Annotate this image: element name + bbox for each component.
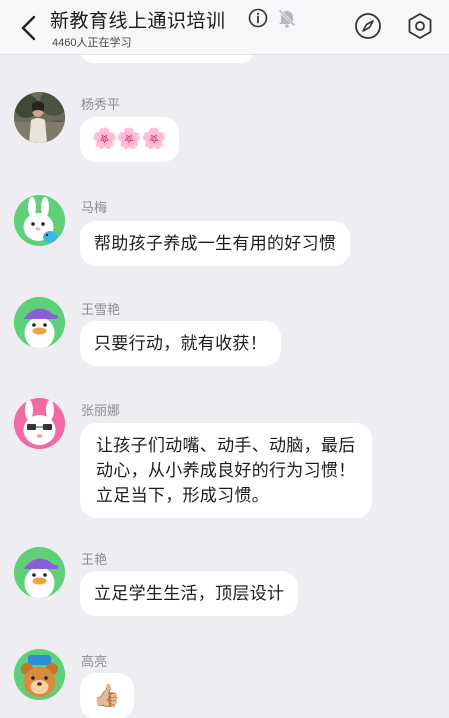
message-bubble[interactable]: 🌸🌸🌸 [80, 117, 179, 162]
hexagon-gear-icon [408, 13, 432, 39]
message-bubble[interactable]: 帮助孩子养成一生有用的好习惯 [80, 221, 351, 266]
compass-button[interactable] [354, 12, 382, 40]
rabbit-avatar-icon [14, 195, 65, 246]
sender-name: 王艳 [81, 552, 108, 567]
bear-avatar-icon [14, 649, 65, 700]
muted-bell-icon[interactable] [276, 7, 298, 29]
sender-name: 张丽娜 [81, 403, 121, 418]
compass-icon [355, 13, 381, 39]
duck-avatar-icon [14, 297, 65, 348]
sender-name: 王雪艳 [81, 302, 121, 317]
pink-rabbit-avatar-icon [14, 398, 65, 449]
info-icon[interactable] [248, 8, 268, 28]
sender-name: 杨秀平 [81, 97, 121, 112]
avatar[interactable] [14, 92, 65, 143]
message-bubble[interactable]: 只要行动，就有收获！ [80, 321, 281, 366]
group-title: 新教育线上通识培训 [50, 11, 226, 32]
avatar[interactable] [14, 649, 65, 700]
chat-header: 新教育线上通识培训 4460人正在学习 [0, 0, 449, 55]
back-button[interactable] [18, 14, 40, 42]
avatar[interactable] [14, 398, 65, 449]
previous-message-bubble [80, 55, 255, 63]
avatar[interactable] [14, 297, 65, 348]
message-bubble[interactable]: 立足学生生活，顶层设计 [80, 571, 299, 616]
chat-message-list[interactable]: 杨秀平 🌸🌸🌸 马梅 帮助孩子养成一生有用的好习惯 王雪艳 只要行动，就有收获！… [0, 55, 449, 718]
sender-name: 高亮 [81, 654, 108, 669]
avatar[interactable] [14, 195, 65, 246]
chevron-left-icon [21, 15, 36, 41]
message-bubble[interactable]: 让孩子们动嘴、动手、动脑，最后 动心，从小养成良好的行为习惯！ 立足当下，形成习… [80, 423, 372, 518]
photo-avatar-icon [14, 92, 65, 143]
message-bubble[interactable]: 👍🏼 [80, 673, 134, 718]
sender-name: 马梅 [81, 200, 108, 215]
settings-button[interactable] [405, 11, 435, 41]
duck-avatar-icon [14, 547, 65, 598]
learner-count: 4460人正在学习 [52, 37, 132, 49]
avatar[interactable] [14, 547, 65, 598]
